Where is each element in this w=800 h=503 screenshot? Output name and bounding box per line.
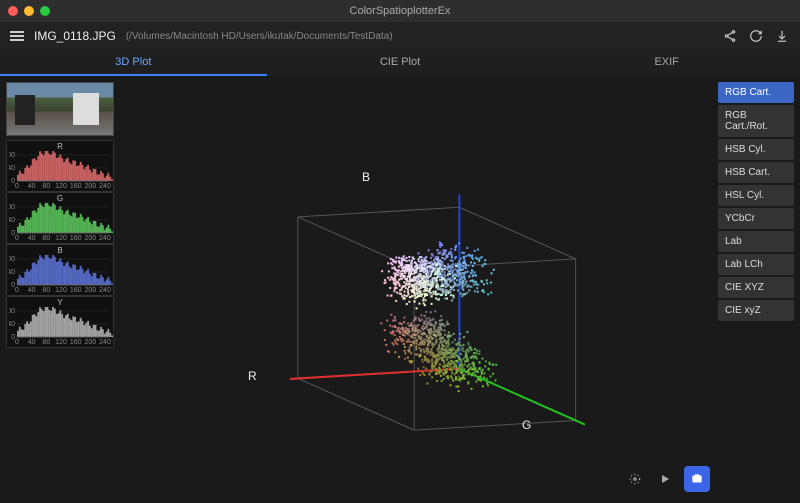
svg-text:80: 80 xyxy=(42,183,50,189)
histogram-label: G xyxy=(9,194,111,203)
mode-ycbcr[interactable]: YCbCr xyxy=(718,208,794,229)
zoom-window-button[interactable] xyxy=(40,6,50,16)
histogram-r: R04010004080120160200240 xyxy=(6,140,114,192)
mode-rgb-cart-rot-[interactable]: RGB Cart./Rot. xyxy=(718,105,794,137)
main-content: R04010004080120160200240G040100040801201… xyxy=(0,76,800,500)
svg-text:0: 0 xyxy=(15,339,19,345)
view-tabs: 3D Plot CIE Plot EXIF xyxy=(0,50,800,76)
svg-text:80: 80 xyxy=(42,235,50,241)
mode-cie-xyz[interactable]: CIE XYZ xyxy=(718,277,794,298)
svg-text:100: 100 xyxy=(9,204,15,211)
tab-exif[interactable]: EXIF xyxy=(533,50,800,76)
svg-text:40: 40 xyxy=(28,287,36,293)
play-icon[interactable] xyxy=(654,468,676,490)
svg-text:40: 40 xyxy=(28,235,36,241)
svg-text:120: 120 xyxy=(55,183,67,189)
main-toolbar: IMG_0118.JPG (/Volumes/Macintosh HD/User… xyxy=(0,22,800,50)
mode-hsl-cyl-[interactable]: HSL Cyl. xyxy=(718,185,794,206)
svg-text:0: 0 xyxy=(15,183,19,189)
minimize-window-button[interactable] xyxy=(24,6,34,16)
download-icon[interactable] xyxy=(774,28,790,44)
svg-text:120: 120 xyxy=(55,235,67,241)
sidebar-left: R04010004080120160200240G040100040801201… xyxy=(0,76,120,500)
histogram-y: Y04010004080120160200240 xyxy=(6,296,114,348)
svg-text:100: 100 xyxy=(9,308,15,315)
mode-lab-lch[interactable]: Lab LCh xyxy=(718,254,794,275)
svg-text:240: 240 xyxy=(99,235,111,241)
svg-text:240: 240 xyxy=(99,339,111,345)
svg-text:160: 160 xyxy=(70,183,82,189)
svg-text:160: 160 xyxy=(70,339,82,345)
svg-text:40: 40 xyxy=(9,217,15,224)
plot-footer-controls xyxy=(624,466,710,492)
svg-text:120: 120 xyxy=(55,339,67,345)
plot-3d-viewport[interactable]: B R G xyxy=(120,76,718,500)
histogram-label: Y xyxy=(9,298,111,307)
sidebar-right: RGB Cart.RGB Cart./Rot.HSB Cyl.HSB Cart.… xyxy=(718,76,800,500)
svg-text:0: 0 xyxy=(15,235,19,241)
window-titlebar: ColorSpatioplotterEx xyxy=(0,0,800,22)
tab-cie-plot[interactable]: CIE Plot xyxy=(267,50,534,76)
histogram-label: R xyxy=(9,142,111,151)
close-window-button[interactable] xyxy=(8,6,18,16)
file-path: (/Volumes/Macintosh HD/Users/ikutak/Docu… xyxy=(126,31,393,42)
share-icon[interactable] xyxy=(722,28,738,44)
svg-text:100: 100 xyxy=(9,152,15,159)
svg-text:240: 240 xyxy=(99,183,111,189)
svg-text:160: 160 xyxy=(70,235,82,241)
snapshot-button[interactable] xyxy=(684,466,710,492)
axis-label-r: R xyxy=(248,369,257,383)
svg-text:40: 40 xyxy=(9,165,15,172)
svg-text:160: 160 xyxy=(70,287,82,293)
file-name: IMG_0118.JPG xyxy=(34,29,116,43)
mode-hsb-cart-[interactable]: HSB Cart. xyxy=(718,162,794,183)
svg-text:40: 40 xyxy=(9,269,15,276)
mode-rgb-cart-[interactable]: RGB Cart. xyxy=(718,82,794,103)
mode-hsb-cyl-[interactable]: HSB Cyl. xyxy=(718,139,794,160)
mode-cie-xyz[interactable]: CIE xyZ xyxy=(718,300,794,321)
settings-icon[interactable] xyxy=(624,468,646,490)
axis-label-b: B xyxy=(362,170,370,184)
mode-lab[interactable]: Lab xyxy=(718,231,794,252)
tab-3d-plot[interactable]: 3D Plot xyxy=(0,50,267,76)
svg-text:40: 40 xyxy=(28,339,36,345)
app-title: ColorSpatioplotterEx xyxy=(0,5,800,17)
svg-text:0: 0 xyxy=(15,287,19,293)
window-controls xyxy=(8,6,50,16)
svg-text:200: 200 xyxy=(84,183,96,189)
svg-text:120: 120 xyxy=(55,287,67,293)
menu-button[interactable] xyxy=(10,31,24,41)
svg-text:200: 200 xyxy=(84,287,96,293)
svg-text:40: 40 xyxy=(9,321,15,328)
svg-text:80: 80 xyxy=(42,287,50,293)
image-thumbnail[interactable] xyxy=(6,82,114,136)
svg-text:80: 80 xyxy=(42,339,50,345)
histogram-g: G04010004080120160200240 xyxy=(6,192,114,244)
svg-text:200: 200 xyxy=(84,235,96,241)
svg-text:240: 240 xyxy=(99,287,111,293)
histogram-label: B xyxy=(9,246,111,255)
refresh-icon[interactable] xyxy=(748,28,764,44)
svg-text:100: 100 xyxy=(9,256,15,263)
axis-label-g: G xyxy=(522,418,531,432)
svg-text:40: 40 xyxy=(28,183,36,189)
histogram-b: B04010004080120160200240 xyxy=(6,244,114,296)
svg-text:200: 200 xyxy=(84,339,96,345)
